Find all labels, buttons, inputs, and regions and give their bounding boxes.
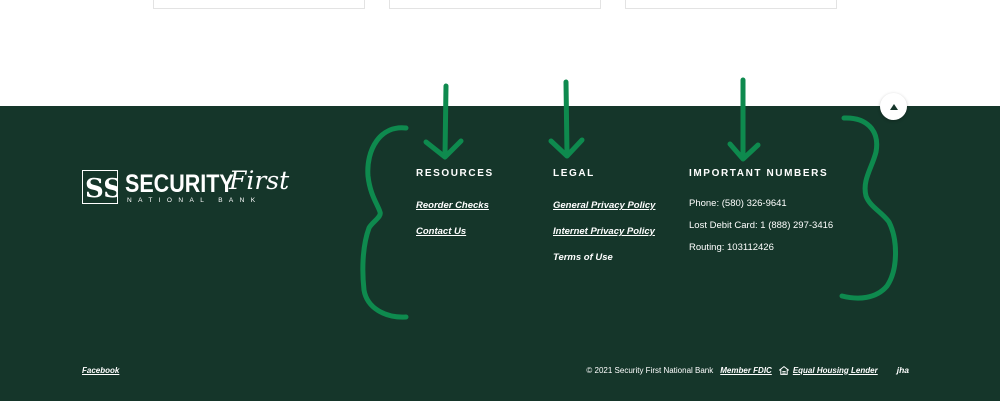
house-icon — [778, 365, 789, 375]
facebook-link[interactable]: Facebook — [82, 366, 119, 375]
equal-housing-group[interactable]: Equal Housing Lender — [778, 365, 878, 375]
internet-privacy-policy-link[interactable]: Internet Privacy Policy — [553, 226, 655, 238]
legal-heading: LEGAL — [553, 168, 595, 179]
logo-subtitle: NATIONAL BANK — [127, 197, 262, 204]
content-card — [625, 0, 837, 9]
equal-housing-lender-link: Equal Housing Lender — [792, 365, 878, 375]
chevron-up-icon — [889, 103, 898, 110]
bank-logo[interactable]: SS SECURITY First NATIONAL BANK — [82, 166, 292, 208]
legal-column: LEGAL General Privacy Policy Internet Pr… — [553, 168, 655, 264]
content-card — [153, 0, 365, 9]
legal-bar: © 2021 Security First National Bank Memb… — [586, 365, 909, 375]
jha-logo[interactable]: jha — [897, 365, 909, 375]
contact-us-link[interactable]: Contact Us — [416, 226, 494, 238]
resources-column: RESOURCES Reorder Checks Contact Us — [416, 168, 494, 238]
svg-text:SS: SS — [85, 174, 118, 204]
routing-number: Routing: 103112426 — [689, 242, 774, 253]
member-fdic-link[interactable]: Member FDIC — [720, 366, 772, 375]
content-card — [389, 0, 601, 9]
lost-debit-card-number: Lost Debit Card: 1 (888) 297-3416 — [689, 220, 834, 231]
copyright-text: © 2021 Security First National Bank — [586, 365, 714, 375]
logo-monogram-icon: SS — [82, 170, 118, 204]
back-to-top-button[interactable] — [880, 93, 907, 120]
content-area — [0, 0, 1000, 106]
logo-script: First — [229, 166, 290, 195]
phone-number: Phone: (580) 326-9641 — [689, 198, 787, 209]
important-numbers-column: IMPORTANT NUMBERS Phone: (580) 326-9641 … — [689, 168, 833, 254]
logo-word: SECURITY — [125, 170, 234, 198]
reorder-checks-link[interactable]: Reorder Checks — [416, 200, 494, 212]
resources-heading: RESOURCES — [416, 168, 494, 179]
general-privacy-policy-link[interactable]: General Privacy Policy — [553, 200, 655, 212]
terms-of-use-link[interactable]: Terms of Use — [553, 252, 655, 264]
site-footer: SS SECURITY First NATIONAL BANK RESOURCE… — [0, 106, 1000, 401]
important-numbers-heading: IMPORTANT NUMBERS — [689, 168, 829, 179]
